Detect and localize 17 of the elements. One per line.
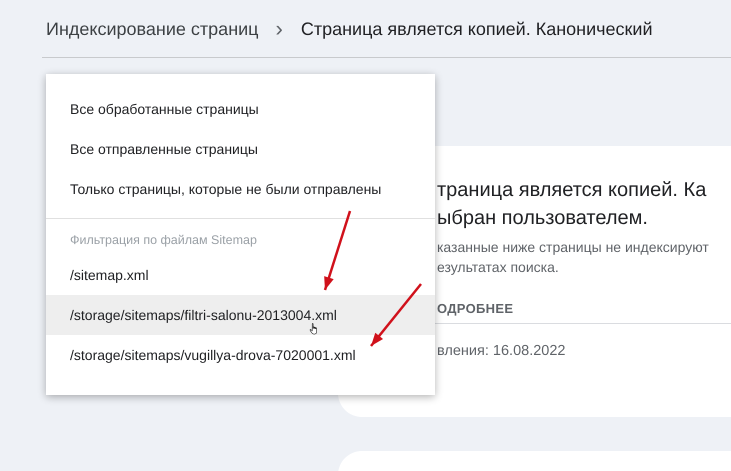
- menu-item[interactable]: /storage/sitemaps/vugillya-drova-7020001.xml: [46, 335, 435, 375]
- menu-item[interactable]: Все обработанные страницы: [46, 89, 435, 129]
- menu-item[interactable]: /sitemap.xml: [46, 255, 435, 295]
- breadcrumb-separator: ›: [276, 18, 283, 40]
- menu-section-header: Фильтрация по файлам Sitemap: [69, 232, 258, 249]
- breadcrumb-link[interactable]: Индексирование страниц: [46, 18, 258, 40]
- breadcrumb-current: Страница является копией. Канонический: [300, 18, 653, 40]
- menu-item[interactable]: /storage/sitemaps/filtri-salonu-2013004.xml: [46, 295, 435, 335]
- annotation-arrow: [370, 283, 422, 347]
- card-description-line: казанные ниже страницы не индексируют: [437, 238, 710, 257]
- pointer-hand-icon: [308, 323, 320, 335]
- menu-item[interactable]: Только страницы, которые не были отправлены: [46, 169, 435, 209]
- card-title-line: траница является копией. Ка: [437, 178, 708, 203]
- card-title-line: ыбран пользователем.: [437, 206, 649, 231]
- card-description-line: езультатах поиска.: [437, 258, 560, 277]
- learn-more-link[interactable]: ОДРОБНЕЕ: [437, 301, 514, 316]
- menu-item[interactable]: Все отправленные страницы: [46, 129, 435, 169]
